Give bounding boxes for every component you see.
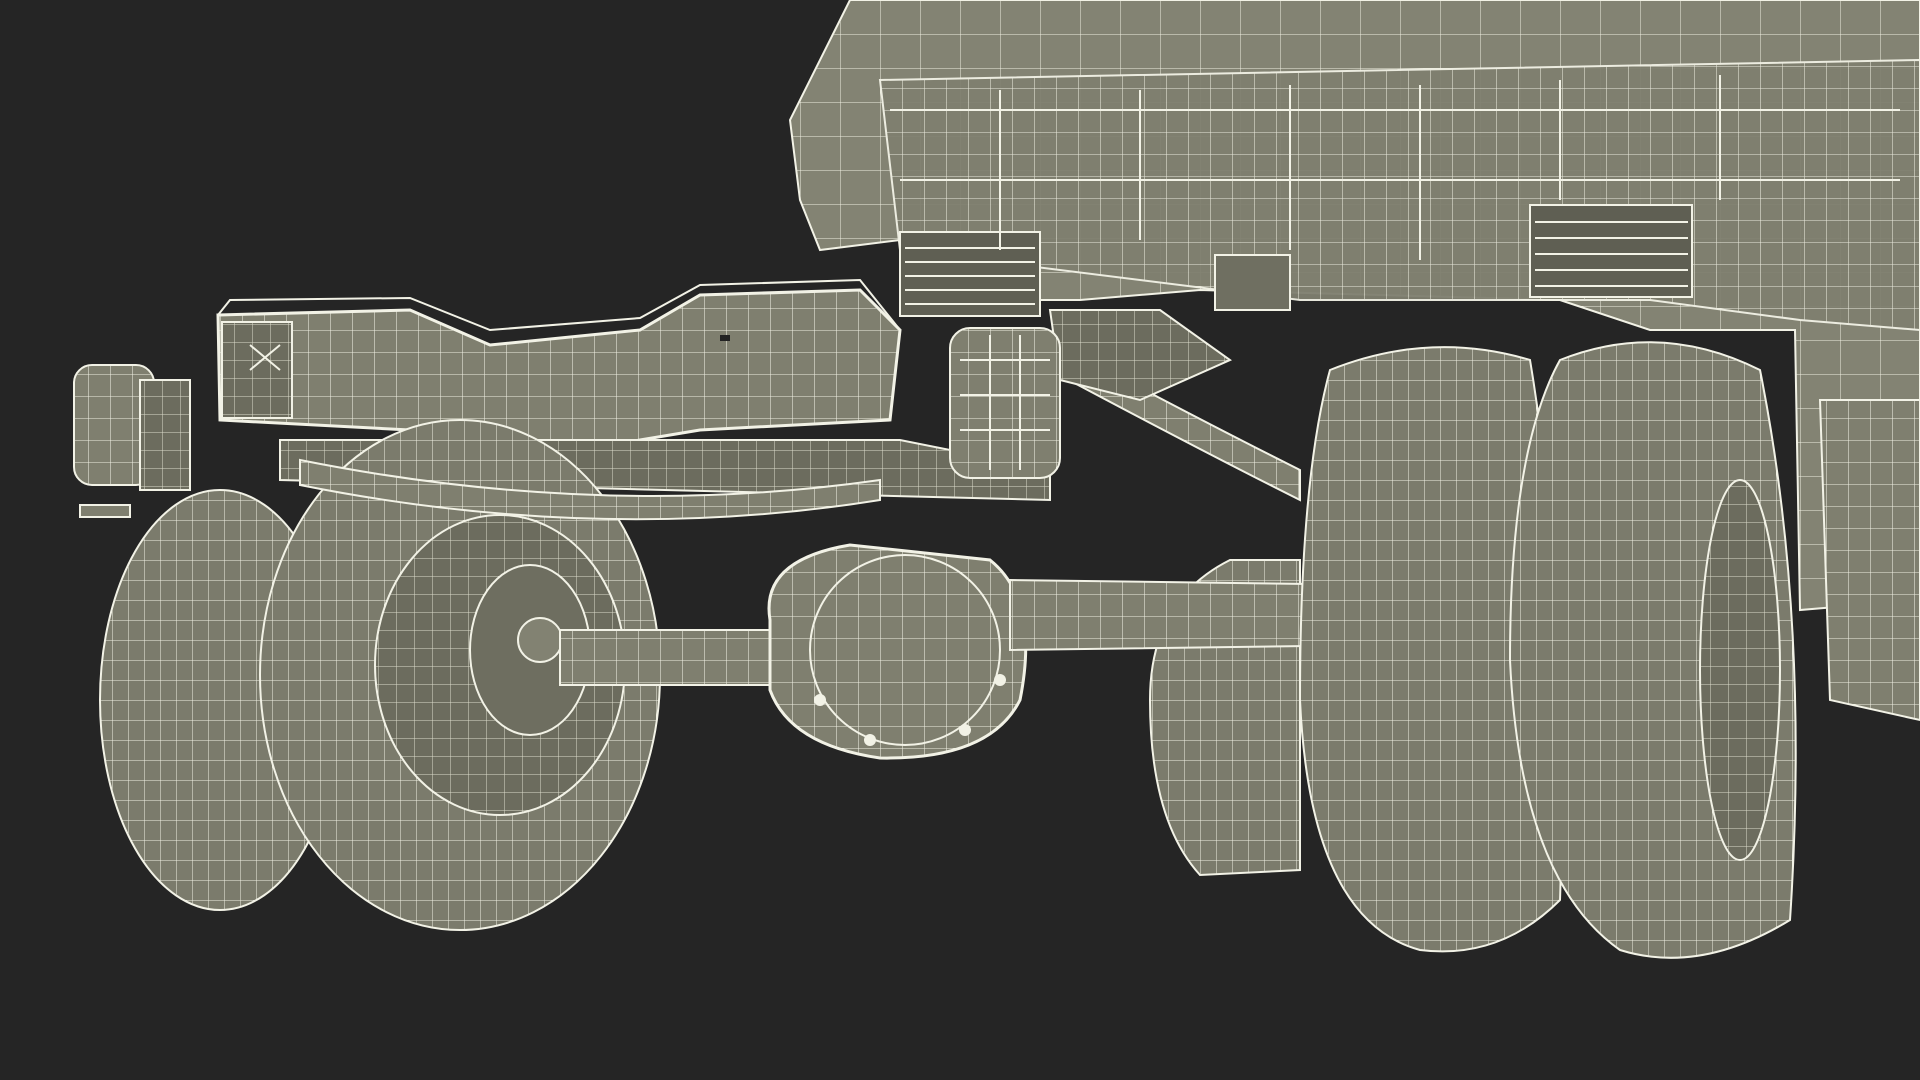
- rear-light-center: [949, 327, 1061, 479]
- rear-light-left: [73, 364, 191, 518]
- body-vent-left: [899, 231, 1041, 317]
- differential-housing: [767, 543, 1028, 760]
- body-vent-right: [1529, 204, 1693, 298]
- wireframe-truck-render: [73, 0, 1920, 959]
- render-viewport: [0, 0, 1920, 1080]
- right-underbody-edge: [1818, 399, 1920, 722]
- axle-tube-left: [559, 629, 781, 686]
- right-dual-wheels: [1298, 341, 1797, 959]
